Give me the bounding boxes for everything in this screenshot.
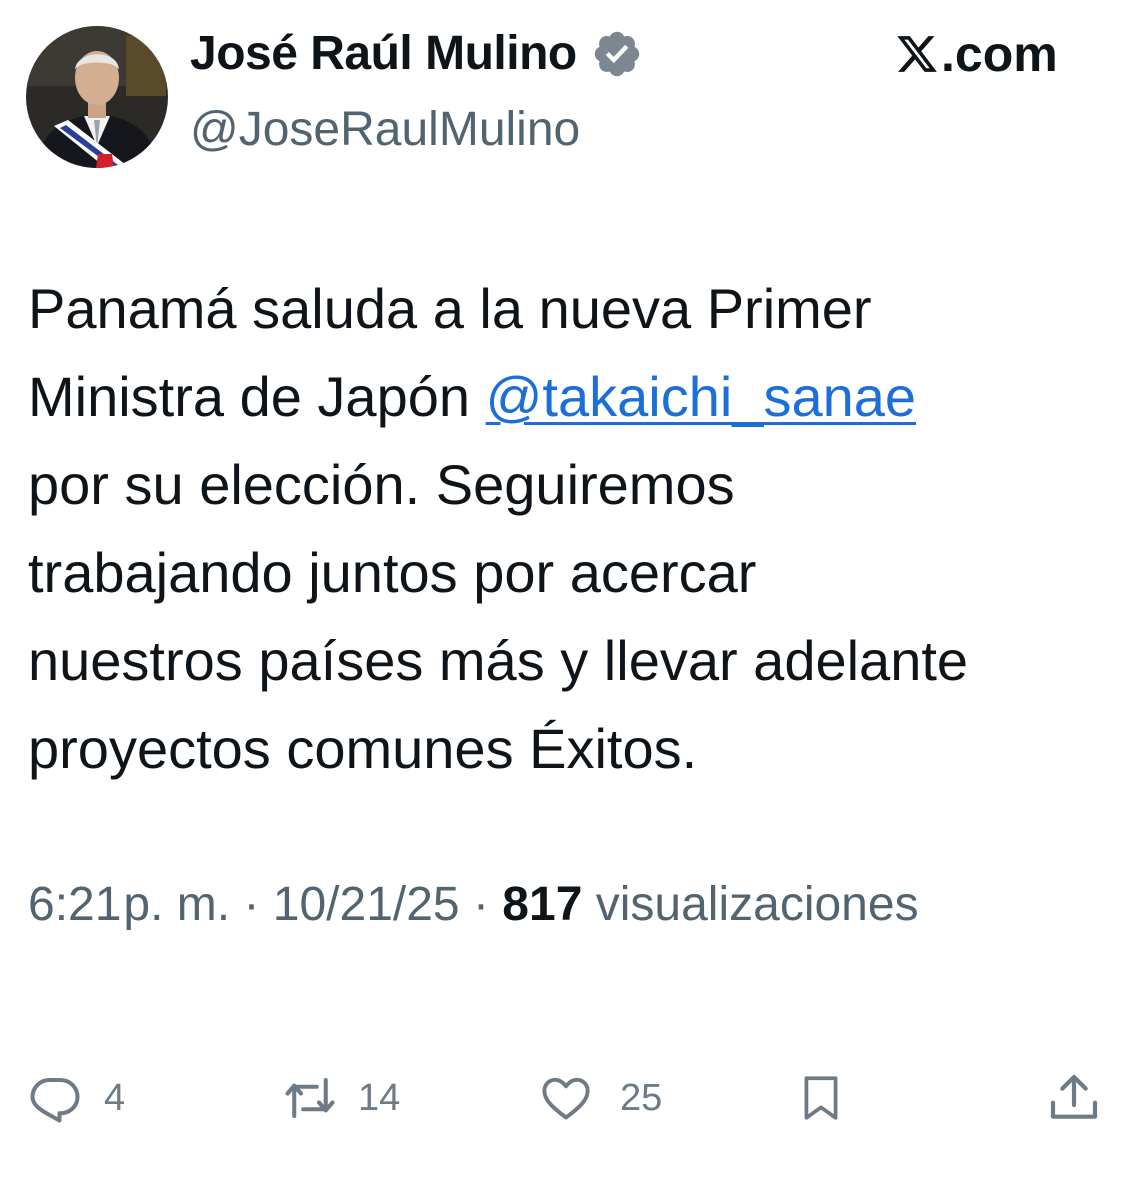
x-logo-icon [897, 36, 937, 72]
display-name[interactable]: José Raúl Mulino [190, 24, 643, 84]
tweet-card: José Raúl Mulino @JoseRaulMulino .com Pa… [0, 0, 1130, 1200]
user-handle[interactable]: @JoseRaulMulino [190, 100, 580, 160]
views-label: visualizaciones [595, 878, 919, 931]
tweet-text: Panamá saluda a la nueva Primer Ministra… [28, 265, 1108, 793]
repost-icon [285, 1077, 335, 1119]
share-icon [1050, 1074, 1098, 1119]
tweet-ampm[interactable]: p. m. [123, 878, 230, 931]
reply-icon [30, 1077, 80, 1123]
bookmark-button[interactable] [796, 1068, 846, 1128]
meta-separator: · [472, 878, 489, 931]
mention-link[interactable]: @takaichi_sanae [486, 365, 916, 428]
like-button[interactable]: 25 [538, 1068, 662, 1128]
tweet-text-part-2: por su elección. Seguiremos trabajando j… [28, 453, 969, 780]
display-name-text: José Raúl Mulino [190, 27, 577, 80]
heart-icon [542, 1077, 590, 1120]
bookmark-icon [804, 1076, 838, 1120]
verified-badge-icon [594, 31, 639, 77]
repost-count: 14 [358, 1076, 401, 1119]
tweet-time[interactable]: 6:21 [28, 878, 121, 931]
repost-button[interactable]: 14 [280, 1068, 400, 1128]
action-bar: 4 14 25 [0, 1068, 1130, 1128]
views-count: 817 [502, 878, 583, 931]
tweet-date[interactable]: 10/21/25 [273, 878, 460, 931]
like-count: 25 [620, 1076, 663, 1119]
avatar[interactable] [26, 26, 168, 168]
x-com-text: .com [941, 26, 1058, 82]
share-button[interactable] [1046, 1068, 1102, 1128]
reply-count: 4 [104, 1076, 126, 1119]
reply-button[interactable]: 4 [28, 1068, 125, 1128]
x-com-label: .com [895, 24, 1058, 84]
avatar-image [26, 26, 168, 168]
meta-separator: · [243, 878, 260, 931]
tweet-meta: 6:21p. m. · 10/21/25 · 817 visualizacion… [28, 875, 919, 935]
